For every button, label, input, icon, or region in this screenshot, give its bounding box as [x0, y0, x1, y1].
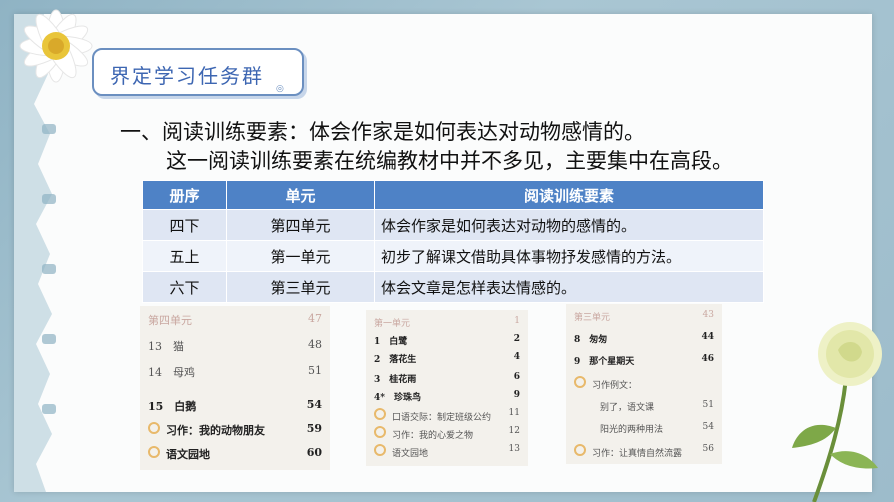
list-item: 别了，语文课 51: [600, 400, 714, 413]
task-group-tag: 界定学习任务群 ◎: [92, 48, 304, 96]
circle-bullet-icon: [374, 426, 386, 438]
cell-unit: 第四单元: [226, 209, 375, 241]
toc-image-grade6: 第三单元 43 8 匆匆 44 9 那个星期天 46 习作例文： 别了，语文课 51 阳…: [566, 304, 722, 464]
list-item: 15 白鹅 54: [148, 398, 322, 413]
list-item: 习作：我的动物朋友 59: [148, 422, 322, 438]
cell-book: 六下: [142, 271, 227, 303]
circle-bullet-icon: [148, 446, 160, 458]
toc-unit-heading: 第一单元 1: [374, 316, 520, 329]
list-item: 13 猫 48: [148, 338, 322, 353]
daisy-flower-icon: [19, 9, 93, 83]
list-item: 口语交际：制定班级公约 11: [374, 408, 520, 423]
heading-line-2: 这一阅读训练要素在统编教材中并不多见，主要集中在高段。: [166, 149, 733, 173]
tag-deco-icon: ◎: [276, 84, 284, 94]
circle-bullet-icon: [374, 408, 386, 420]
circle-bullet-icon: [574, 444, 586, 456]
table-row: 五上 第一单元 初步了解课文借助具体事物抒发感情的方法。: [142, 240, 764, 272]
toc-image-grade4: 第四单元 47 13 猫 48 14 母鸡 51 15 白鹅 54 习作：我的动物朋友 5…: [140, 306, 330, 470]
circle-bullet-icon: [148, 422, 160, 434]
cell-unit: 第三单元: [226, 271, 375, 303]
list-item: 1 白鹭 2: [374, 334, 520, 347]
col-header-unit: 单元: [226, 180, 375, 210]
table-row: 四下 第四单元 体会作家是如何表达对动物的感情的。: [142, 209, 764, 241]
list-item: 阳光的两种用法 54: [600, 422, 714, 435]
list-item: 8 匆匆 44: [574, 332, 714, 345]
rose-flower-icon: [792, 322, 882, 502]
reading-elements-table: 册序 单元 阅读训练要素 四下 第四单元 体会作家是如何表达对动物的感情的。 五…: [142, 180, 764, 303]
circle-bullet-icon: [574, 376, 586, 388]
col-header-book: 册序: [142, 180, 227, 210]
list-item: 语文园地 13: [374, 444, 520, 459]
list-item: 9 那个星期天 46: [574, 354, 714, 367]
table-row: 六下 第三单元 体会文章是怎样表达情感的。: [142, 271, 764, 303]
cell-element: 体会作家是如何表达对动物的感情的。: [374, 209, 764, 241]
cell-element: 初步了解课文借助具体事物抒发感情的方法。: [374, 240, 764, 272]
list-item: 习作：让真情自然流露 56: [574, 444, 714, 459]
toc-unit-heading: 第三单元 43: [574, 310, 714, 323]
list-item: 3 桂花雨 6: [374, 372, 520, 385]
tag-title: 界定学习任务群: [110, 64, 264, 88]
cell-book: 五上: [142, 240, 227, 272]
list-item: 语文园地 60: [148, 446, 322, 462]
circle-bullet-icon: [374, 444, 386, 456]
list-item: 4* 珍珠鸟 9: [374, 390, 520, 403]
heading-line-1: 一、阅读训练要素：体会作家是如何表达对动物感情的。: [120, 120, 645, 144]
cell-element: 体会文章是怎样表达情感的。: [374, 271, 764, 303]
cell-book: 四下: [142, 209, 227, 241]
toc-unit-heading: 第四单元 47: [148, 312, 322, 327]
list-item: 习作：我的心爱之物 12: [374, 426, 520, 441]
col-header-element: 阅读训练要素: [374, 180, 764, 210]
list-item: 2 落花生 4: [374, 352, 520, 365]
cell-unit: 第一单元: [226, 240, 375, 272]
toc-image-grade5: 第一单元 1 1 白鹭 2 2 落花生 4 3 桂花雨 6 4* 珍珠鸟 9 口语交际：制…: [366, 310, 528, 466]
table-header-row: 册序 单元 阅读训练要素: [142, 180, 764, 210]
list-item: 14 母鸡 51: [148, 364, 322, 379]
list-item: 习作例文：: [574, 376, 714, 391]
